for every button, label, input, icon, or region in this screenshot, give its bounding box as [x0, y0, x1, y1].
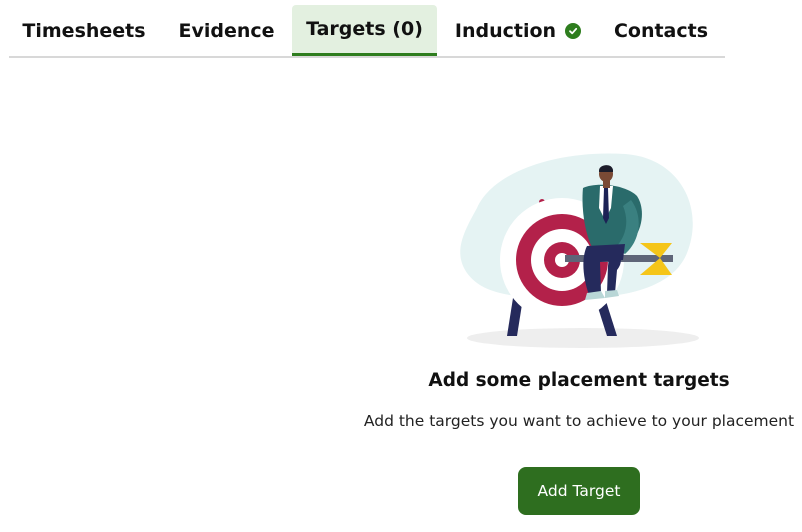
tab-label: Evidence [178, 19, 275, 42]
tab-bar: Timesheets Evidence Targets (0) Inductio… [9, 4, 725, 58]
tab-induction[interactable]: Induction [439, 5, 597, 56]
tab-timesheets[interactable]: Timesheets [9, 5, 159, 56]
check-circle-icon [565, 22, 582, 39]
tab-label: Induction [454, 19, 557, 42]
add-target-button[interactable]: Add Target [518, 467, 640, 515]
tab-targets[interactable]: Targets (0) [292, 5, 437, 56]
empty-state-description: Add the targets you want to achieve to y… [363, 412, 795, 430]
tab-label: Targets (0) [306, 18, 423, 40]
target-businessman-illustration [455, 148, 705, 350]
tab-evidence[interactable]: Evidence [159, 5, 294, 56]
tab-contacts[interactable]: Contacts [597, 5, 725, 56]
empty-state-title: Add some placement targets [428, 370, 730, 391]
tab-label: Timesheets [22, 19, 146, 42]
tab-label: Contacts [613, 19, 709, 42]
